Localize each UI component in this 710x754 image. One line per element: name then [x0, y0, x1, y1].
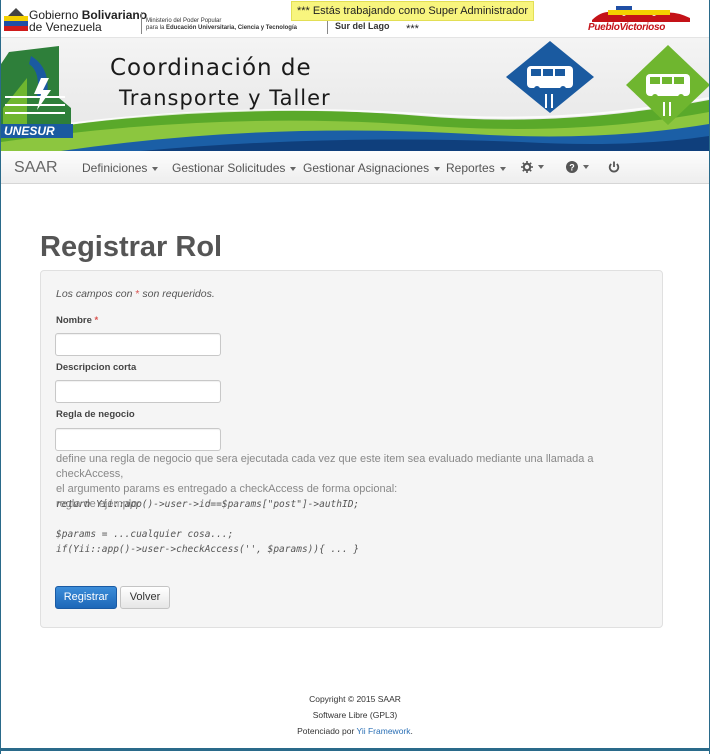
nav-reportes[interactable]: Reportes: [446, 161, 506, 175]
code-example-line: $params = ...cualquier cosa...;: [56, 529, 234, 540]
descripcion-label: Descripcion corta: [56, 362, 137, 373]
role-form: Los campos con * son requeridos. Nombre …: [40, 270, 663, 628]
yii-framework-link[interactable]: Yii Framework: [357, 726, 411, 736]
descripcion-input[interactable]: [55, 380, 221, 403]
nav-item-label: Definiciones: [82, 161, 148, 175]
regla-input[interactable]: [55, 428, 221, 451]
footer: Copyright © 2015 SAAR Software Libre (GP…: [1, 691, 709, 739]
gov-name: Gobierno Bolivariano de Venezuela: [29, 8, 148, 34]
main-navbar: SAAR Definiciones Gestionar Solicitudes …: [1, 151, 709, 184]
nav-gestionar-asignaciones[interactable]: Gestionar Asignaciones: [303, 161, 441, 175]
svg-text:UNESUR: UNESUR: [4, 124, 55, 138]
divider: [141, 12, 142, 34]
venezuela-coat-of-arms-icon: [4, 8, 28, 31]
admin-notice-banner: *** Estás trabajando como Super Administ…: [291, 1, 534, 35]
banner-artwork: UNESUR: [1, 41, 709, 151]
banner-subtitle: Transporte y Taller: [119, 86, 331, 110]
gov-header-strip: Gobierno Bolivariano de Venezuela Minist…: [1, 0, 709, 38]
caret-down-icon: [538, 165, 544, 169]
nav-settings[interactable]: [521, 160, 544, 174]
code-example-line: return Yii::app()->user->id==$params["po…: [56, 499, 360, 510]
ministry-name: Ministerio del Poder Popular para la Edu…: [146, 18, 297, 31]
pueblo-victorioso-text: PuebloVictorioso: [588, 22, 666, 33]
required-fields-note: Los campos con * son requeridos.: [56, 288, 215, 300]
nav-item-label: Reportes: [446, 161, 495, 175]
footer-license: Software Libre (GPL3): [312, 710, 398, 720]
nav-gestionar-solicitudes[interactable]: Gestionar Solicitudes: [172, 161, 297, 175]
banner-title: Coordinación de: [110, 55, 312, 81]
unesur-logo: UNESUR: [1, 46, 73, 138]
nombre-label: Nombre *: [56, 315, 99, 326]
caret-down-icon: [434, 166, 441, 171]
footer-copyright: Copyright © 2015 SAAR: [309, 694, 401, 704]
gear-icon: [521, 161, 533, 173]
nav-definiciones[interactable]: Definiciones: [82, 161, 159, 175]
caret-down-icon: [583, 165, 589, 169]
nav-logout[interactable]: [608, 160, 620, 174]
code-example-line: if(Yii::app()->user->checkAccess('', $pa…: [56, 544, 360, 555]
bottom-border: [1, 748, 709, 751]
nombre-input[interactable]: [55, 333, 221, 356]
caret-down-icon: [290, 166, 297, 171]
nav-help[interactable]: ?: [566, 160, 589, 174]
blue-bus-icon: [506, 41, 594, 113]
nav-item-label: Gestionar Asignaciones: [303, 161, 430, 175]
footer-powered: Potenciado por Yii Framework.: [297, 726, 413, 736]
question-circle-icon: ?: [566, 161, 578, 173]
region-label: Sur del Lago: [335, 21, 390, 31]
caret-down-icon: [499, 166, 506, 171]
regla-label: Regla de negocio: [56, 409, 135, 420]
svg-text:?: ?: [569, 163, 575, 173]
page-title: Registrar Rol: [40, 231, 223, 263]
power-icon: [608, 161, 620, 173]
nav-brand[interactable]: SAAR: [14, 159, 58, 177]
volver-button[interactable]: Volver: [120, 586, 170, 609]
caret-down-icon: [152, 166, 159, 171]
registrar-button[interactable]: Registrar: [55, 586, 117, 609]
nav-item-label: Gestionar Solicitudes: [172, 161, 286, 175]
header-banner: UNESUR Coordinación de Transporte y Tall…: [1, 38, 709, 151]
